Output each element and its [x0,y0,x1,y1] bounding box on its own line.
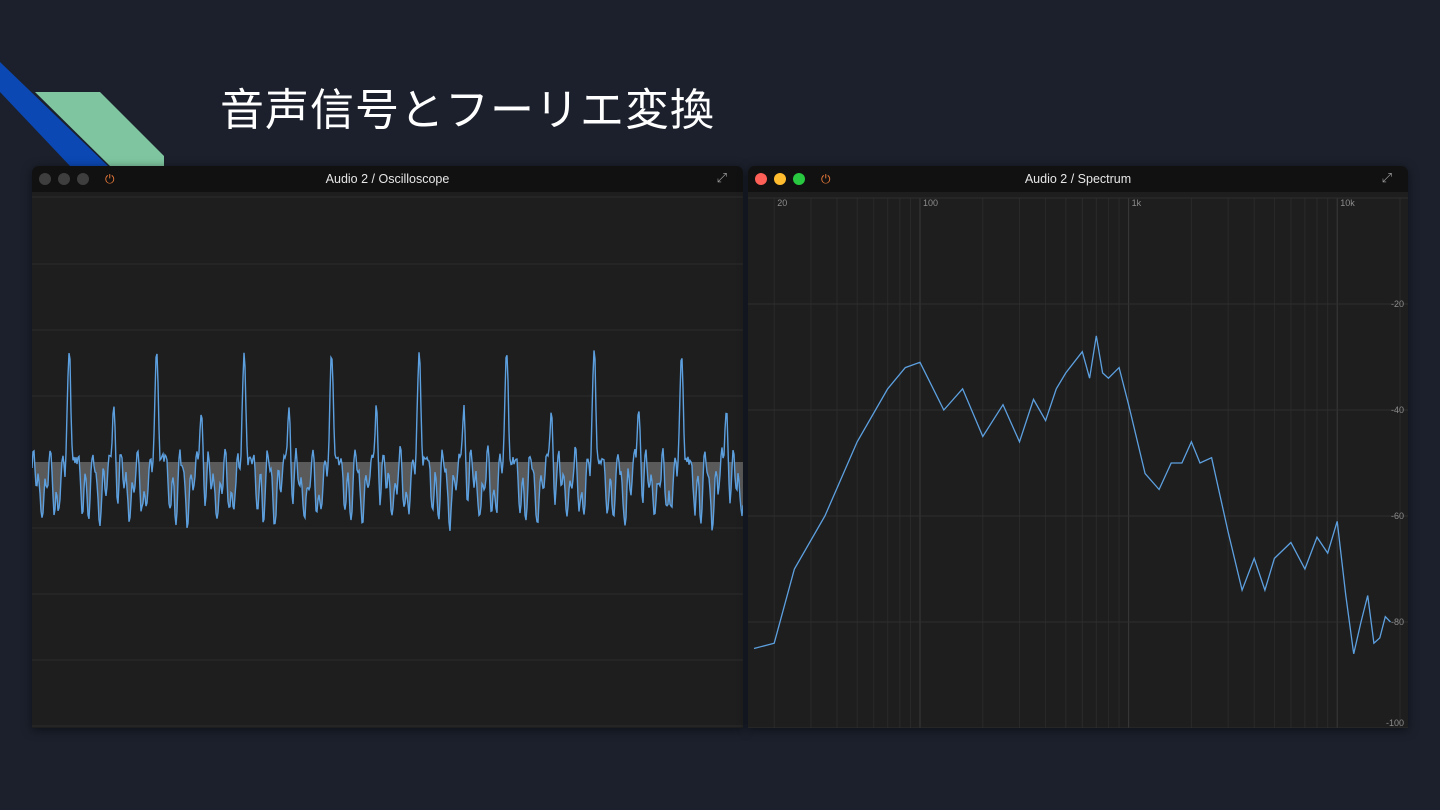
oscilloscope-plot [32,196,743,727]
y-tick-label: -60 [1391,511,1404,521]
corner-decoration [0,62,164,166]
x-tick-label: 10k [1340,198,1355,208]
expand-icon[interactable]: ⤢ [1382,171,1392,186]
y-tick-label: -40 [1391,405,1404,415]
x-tick-label: 20 [777,198,787,208]
spectrum-titlebar[interactable]: ⏻ Audio 2 / Spectrum ⤢ [748,166,1408,192]
oscilloscope-titlebar[interactable]: ⏻ Audio 2 / Oscilloscope ⤢ [32,166,743,192]
x-tick-label: 1k [1132,198,1142,208]
y-tick-label: -100 [1386,718,1404,728]
slide-title: 音声信号とフーリエ変換 [220,85,715,136]
spectrum-plot: 20 100 1k 10k -20 -40 -60 -80 -100 [748,197,1408,728]
expand-icon[interactable]: ⤢ [717,171,727,186]
oscilloscope-window: ⏻ Audio 2 / Oscilloscope ⤢ [32,166,743,728]
x-tick-label: 100 [923,198,938,208]
spectrum-series-line [753,335,1391,654]
oscilloscope-window-title: Audio 2 / Oscilloscope [325,172,450,186]
spectrum-grid [748,197,1408,728]
spectrum-window: ⏻ Audio 2 / Spectrum ⤢ 20 100 1k 10k -20 -40 -… [748,166,1408,728]
y-tick-label: -80 [1391,617,1404,627]
waveform-trace [32,350,743,531]
spectrum-tick-labels: 20 100 1k 10k -20 -40 -60 -80 -100 [777,198,1404,728]
spectrum-window-title: Audio 2 / Spectrum [1024,172,1132,186]
y-tick-label: -20 [1391,299,1404,309]
